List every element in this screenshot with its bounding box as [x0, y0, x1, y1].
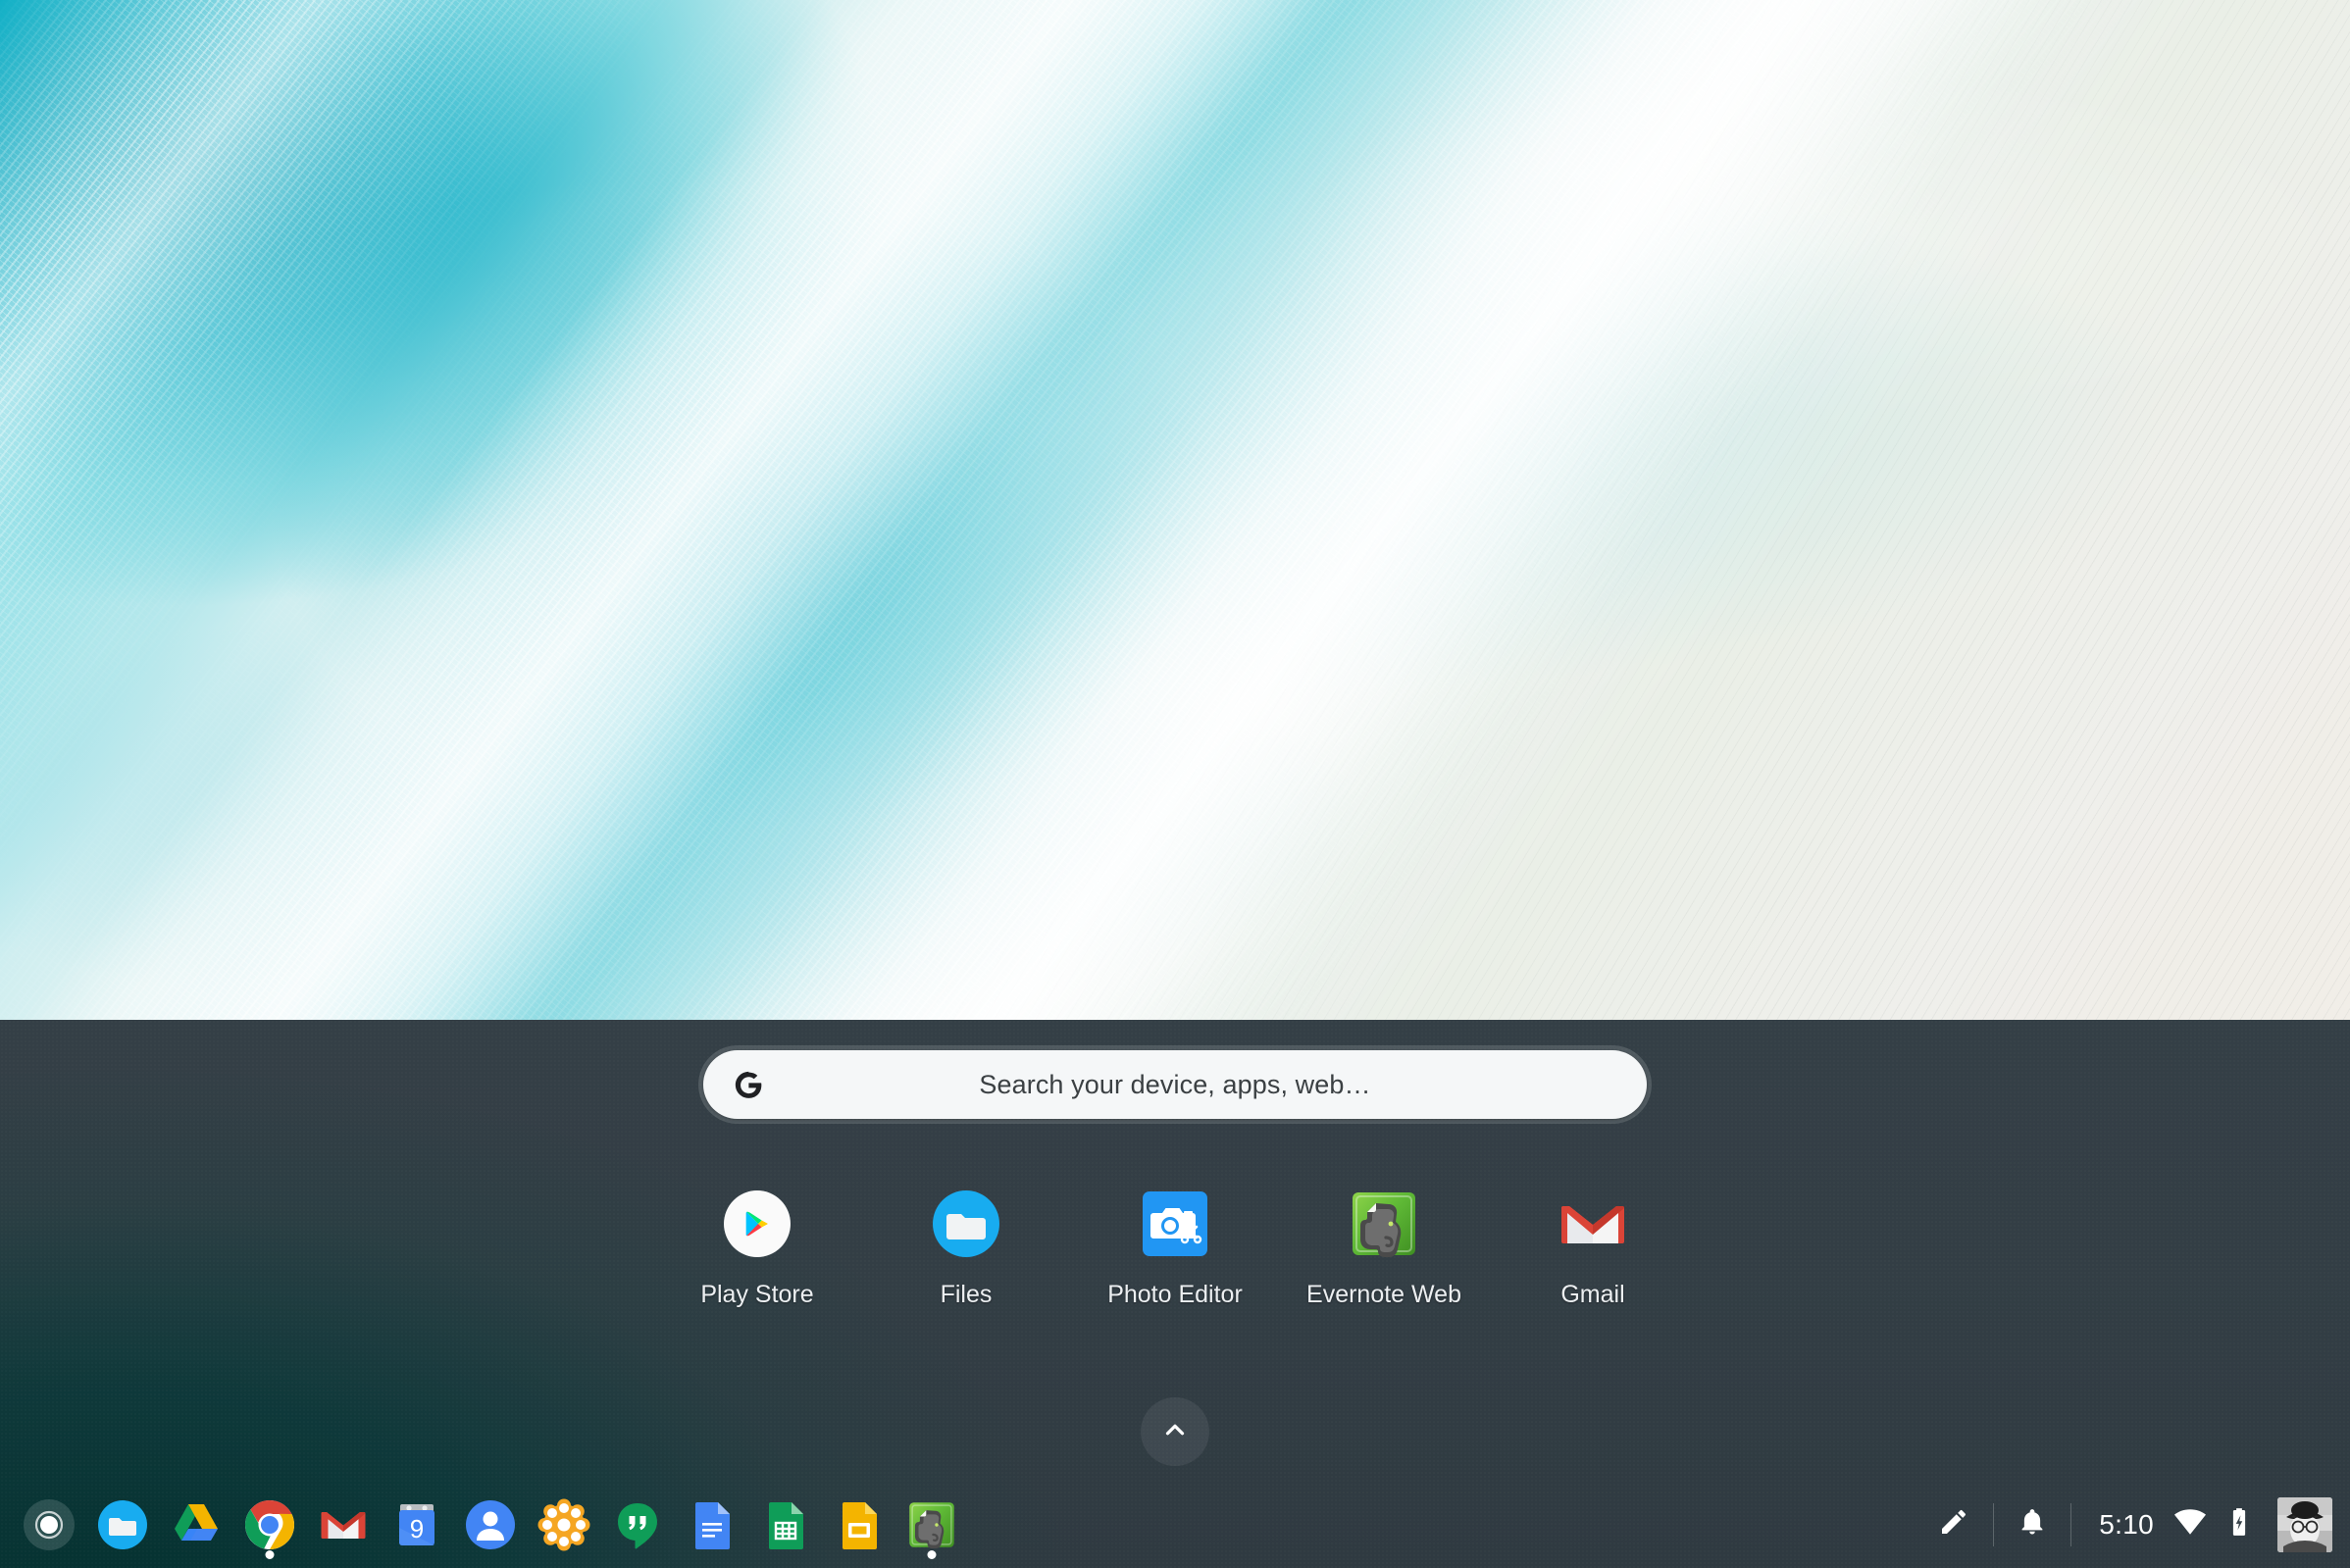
gmail-envelope-icon [1556, 1187, 1630, 1261]
launcher-circle-icon [23, 1498, 76, 1551]
app-gmail[interactable]: Gmail [1489, 1187, 1698, 1309]
battery-charging-icon [2226, 1507, 2252, 1542]
shelf-item-gmail[interactable] [306, 1481, 380, 1568]
google-g-icon [731, 1067, 766, 1102]
status-tray-button[interactable]: 5:10 [2071, 1481, 2273, 1568]
shelf-item-chrome[interactable] [232, 1481, 306, 1568]
google-drive-icon [170, 1498, 223, 1551]
shelf-item-photos[interactable] [527, 1481, 600, 1568]
shelf-item-google-drive[interactable] [159, 1481, 232, 1568]
evernote-elephant-icon [1347, 1187, 1421, 1261]
search-placeholder-text: Search your device, apps, web… [979, 1069, 1371, 1099]
calendar-icon: 9 [390, 1498, 443, 1551]
chromeos-desktop: Search your device, apps, web… Play Stor… [0, 0, 2350, 1568]
desktop-wallpaper [0, 0, 2350, 1020]
app-label: Files [940, 1281, 993, 1308]
shelf-active-indicator [265, 1550, 274, 1559]
app-play-store[interactable]: Play Store [653, 1187, 862, 1309]
app-evernote-web[interactable]: Evernote Web [1280, 1187, 1489, 1309]
evernote-elephant-icon [905, 1498, 958, 1551]
shelf-item-hangouts[interactable] [600, 1481, 674, 1568]
shelf-item-docs[interactable] [674, 1481, 747, 1568]
chrome-icon [243, 1498, 296, 1551]
app-files[interactable]: Files [862, 1187, 1071, 1309]
slides-icon [832, 1498, 885, 1551]
shelf-active-indicator [927, 1550, 936, 1559]
app-label: Gmail [1560, 1281, 1625, 1308]
launcher-search-bar[interactable]: Search your device, apps, web… [698, 1045, 1652, 1124]
shelf-item-slides[interactable] [821, 1481, 894, 1568]
play-store-icon [720, 1187, 794, 1261]
stylus-pen-icon [1938, 1506, 1969, 1543]
gmail-envelope-icon [317, 1498, 370, 1551]
shelf-item-sheets[interactable] [747, 1481, 821, 1568]
photos-flower-icon [537, 1498, 590, 1551]
stylus-tools-button[interactable] [1915, 1481, 1993, 1568]
shelf-launcher-button[interactable] [12, 1481, 85, 1568]
chevron-up-icon [1160, 1415, 1190, 1449]
notifications-button[interactable] [1994, 1481, 2070, 1568]
wifi-icon [2173, 1505, 2207, 1543]
expand-apps-button[interactable] [1141, 1397, 1209, 1466]
files-folder-icon [929, 1187, 1003, 1261]
shelf-item-calendar[interactable]: 9 [380, 1481, 453, 1568]
shelf-item-contacts[interactable] [453, 1481, 527, 1568]
app-label: Evernote Web [1306, 1281, 1461, 1308]
clock-time: 5:10 [2099, 1508, 2154, 1540]
system-tray: 5:10 [1915, 1481, 2350, 1568]
shelf: 9 5:10 [0, 1481, 2350, 1568]
docs-icon [685, 1498, 738, 1551]
hangouts-icon [611, 1498, 664, 1551]
shelf-item-files[interactable] [85, 1481, 159, 1568]
contacts-person-icon [464, 1498, 517, 1551]
app-label: Play Store [700, 1281, 814, 1308]
launcher-app-grid: Play Store Files Photo Editor Evernote W… [0, 1187, 2350, 1309]
calendar-day-number: 9 [409, 1514, 423, 1543]
sheets-icon [758, 1498, 811, 1551]
shelf-item-evernote[interactable] [894, 1481, 968, 1568]
app-label: Photo Editor [1107, 1281, 1243, 1308]
app-photo-editor[interactable]: Photo Editor [1071, 1187, 1280, 1309]
avatar[interactable] [2277, 1496, 2332, 1552]
photo-editor-camera-icon [1138, 1187, 1212, 1261]
shelf-app-list: 9 [0, 1481, 968, 1568]
files-folder-icon [96, 1498, 149, 1551]
bell-icon [2018, 1507, 2047, 1542]
